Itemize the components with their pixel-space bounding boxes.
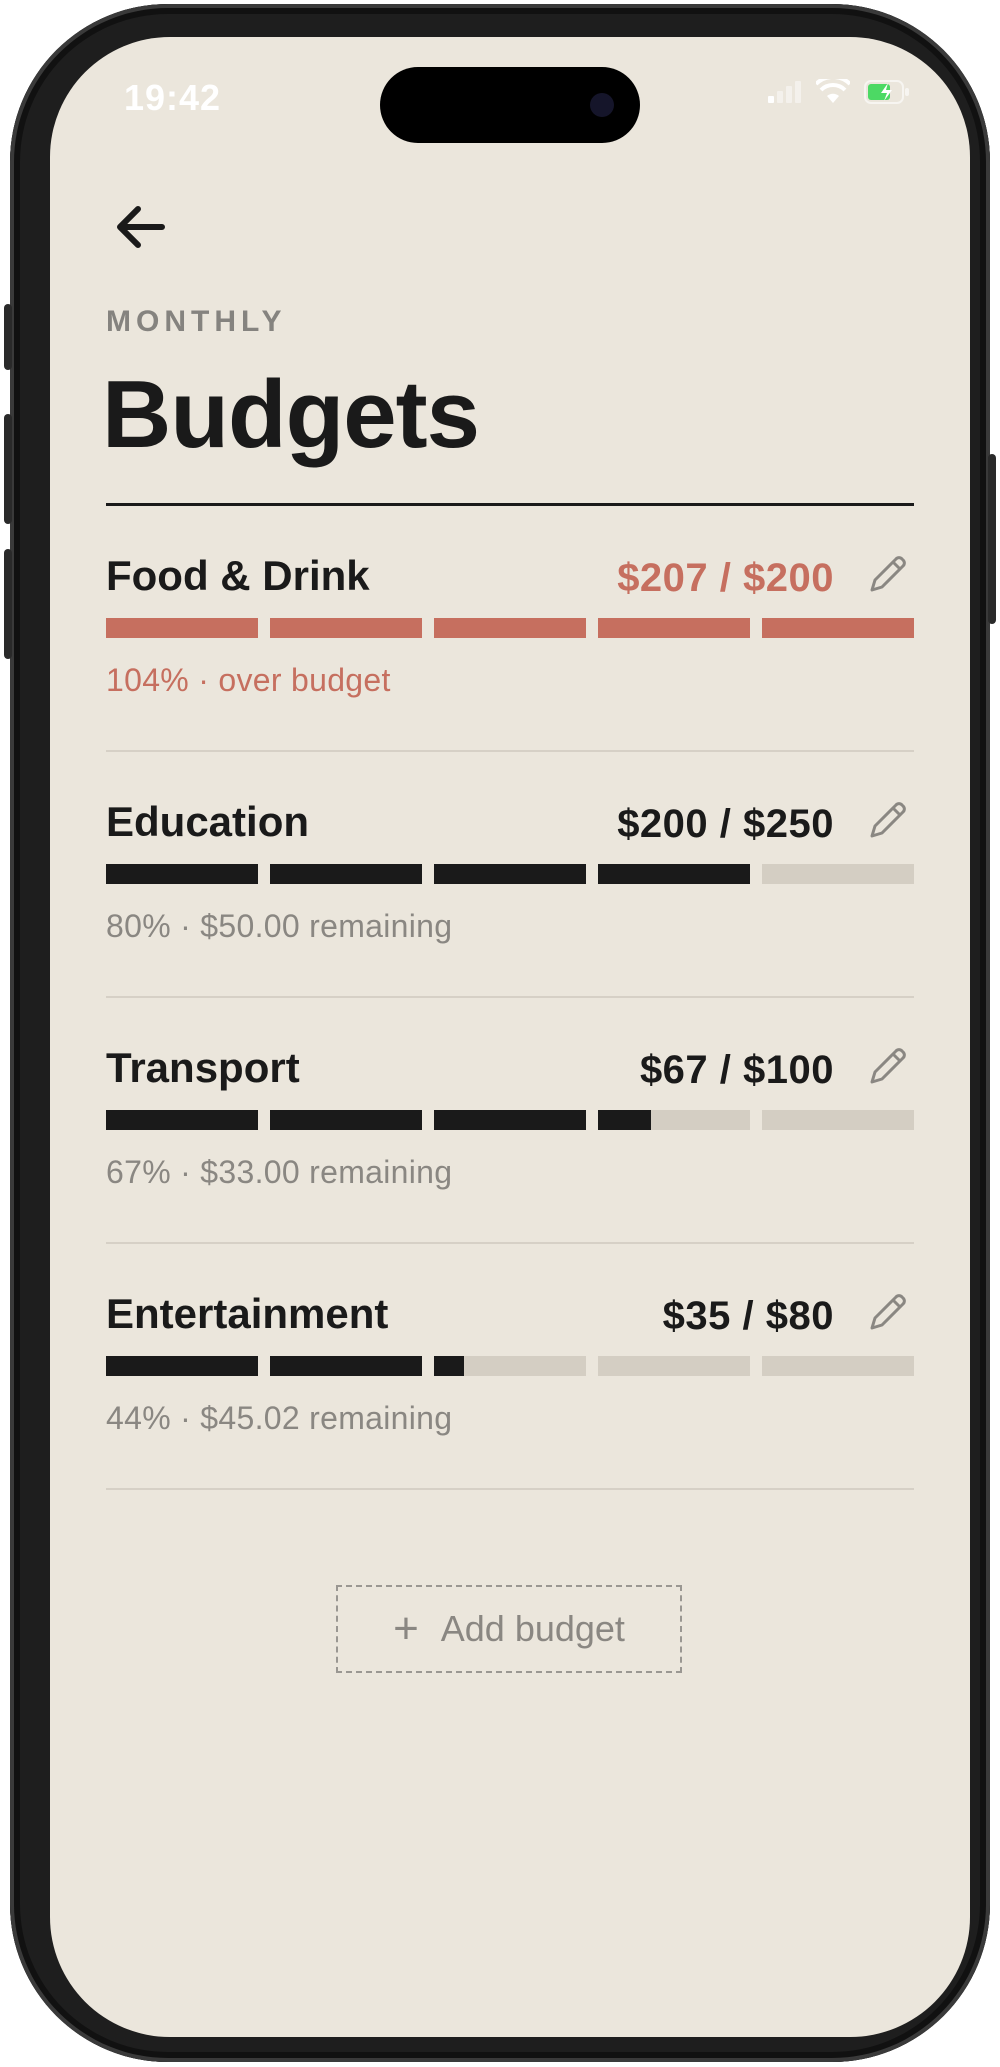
progress-segment-fill [762, 618, 914, 638]
progress-segment [762, 1356, 914, 1376]
status-icons [768, 79, 910, 105]
budget-row[interactable]: Education $200 / $250 80% · $50.00 remai… [106, 752, 914, 998]
progress-segment [106, 618, 258, 638]
status-time: 19:42 [124, 77, 222, 118]
progress-segment [106, 1356, 258, 1376]
add-budget-button[interactable]: + Add budget [336, 1585, 682, 1673]
progress-segment [762, 864, 914, 884]
row-divider [106, 1488, 914, 1490]
progress-segment-fill [598, 618, 750, 638]
progress-segment [434, 618, 586, 638]
pencil-icon [870, 802, 906, 838]
budget-progress-bar [106, 1356, 914, 1376]
action-button [4, 304, 12, 370]
progress-segment [270, 1356, 422, 1376]
edit-budget-button[interactable] [862, 548, 914, 600]
progress-segment [106, 864, 258, 884]
progress-segment [270, 618, 422, 638]
progress-segment-fill [598, 864, 750, 884]
progress-segment-fill [106, 864, 258, 884]
progress-segment-fill [270, 618, 422, 638]
progress-segment-fill [270, 1356, 422, 1376]
progress-segment [434, 1110, 586, 1130]
power-button [988, 454, 996, 624]
budget-row[interactable]: Food & Drink $207 / $200 104% · over bud… [106, 506, 914, 752]
progress-segment [434, 1356, 586, 1376]
budget-caption: 44% · $45.02 remaining [106, 1400, 453, 1436]
add-budget-label: Add budget [440, 1608, 625, 1649]
budget-name: Education [106, 798, 310, 845]
progress-segment [598, 864, 750, 884]
progress-segment [598, 1110, 750, 1130]
cellular-signal-icon [768, 81, 801, 103]
back-button[interactable] [100, 187, 180, 267]
budget-caption: 67% · $33.00 remaining [106, 1154, 453, 1190]
pencil-icon [870, 556, 906, 592]
budget-name: Food & Drink [106, 552, 370, 599]
progress-segment-fill [106, 1110, 258, 1130]
progress-segment-fill [434, 1110, 586, 1130]
budget-progress-bar [106, 1110, 914, 1130]
progress-segment-fill [270, 1110, 422, 1130]
camera-icon [590, 93, 614, 117]
progress-segment-fill [106, 618, 258, 638]
edit-budget-button[interactable] [862, 1040, 914, 1092]
pencil-icon [870, 1294, 906, 1330]
dynamic-island [380, 67, 640, 143]
volume-up-button [4, 414, 12, 524]
page-eyebrow: MONTHLY [106, 305, 287, 338]
progress-segment-fill [434, 864, 586, 884]
pencil-icon [870, 1048, 906, 1084]
progress-segment [762, 618, 914, 638]
progress-segment [106, 1110, 258, 1130]
budget-name: Entertainment [106, 1290, 389, 1337]
budget-amount: $200 / $250 [617, 802, 834, 846]
app-screen: 19:42 MONTHLY Budgets Food & Drink $207 … [50, 37, 970, 2037]
budget-caption: 80% · $50.00 remaining [106, 908, 453, 944]
plus-icon: + [393, 1604, 419, 1653]
page-title: Budgets [102, 361, 480, 468]
edit-budget-button[interactable] [862, 1286, 914, 1338]
edit-budget-button[interactable] [862, 794, 914, 846]
progress-segment [270, 1110, 422, 1130]
progress-segment [598, 618, 750, 638]
progress-segment-fill [598, 1110, 652, 1130]
arrow-left-icon [117, 206, 165, 248]
progress-segment-fill [106, 1356, 258, 1376]
budget-progress-bar [106, 864, 914, 884]
budget-row[interactable]: Transport $67 / $100 67% · $33.00 remain… [106, 998, 914, 1244]
volume-down-button [4, 549, 12, 659]
progress-segment [270, 864, 422, 884]
progress-segment [598, 1356, 750, 1376]
phone-frame: 19:42 MONTHLY Budgets Food & Drink $207 … [4, 4, 996, 2062]
progress-segment-fill [270, 864, 422, 884]
progress-segment [762, 1110, 914, 1130]
progress-segment-fill [434, 618, 586, 638]
budget-amount: $67 / $100 [639, 1048, 834, 1092]
budget-caption: 104% · over budget [106, 662, 391, 698]
budget-amount: $35 / $80 [662, 1294, 834, 1338]
budget-row[interactable]: Entertainment $35 / $80 44% · $45.02 rem… [106, 1244, 914, 1490]
budget-progress-bar [106, 618, 914, 638]
battery-charging-icon [864, 80, 909, 104]
wifi-icon [816, 79, 850, 103]
budget-amount: $207 / $200 [617, 556, 834, 600]
budget-name: Transport [106, 1044, 300, 1091]
progress-segment-fill [434, 1356, 465, 1376]
progress-segment [434, 864, 586, 884]
